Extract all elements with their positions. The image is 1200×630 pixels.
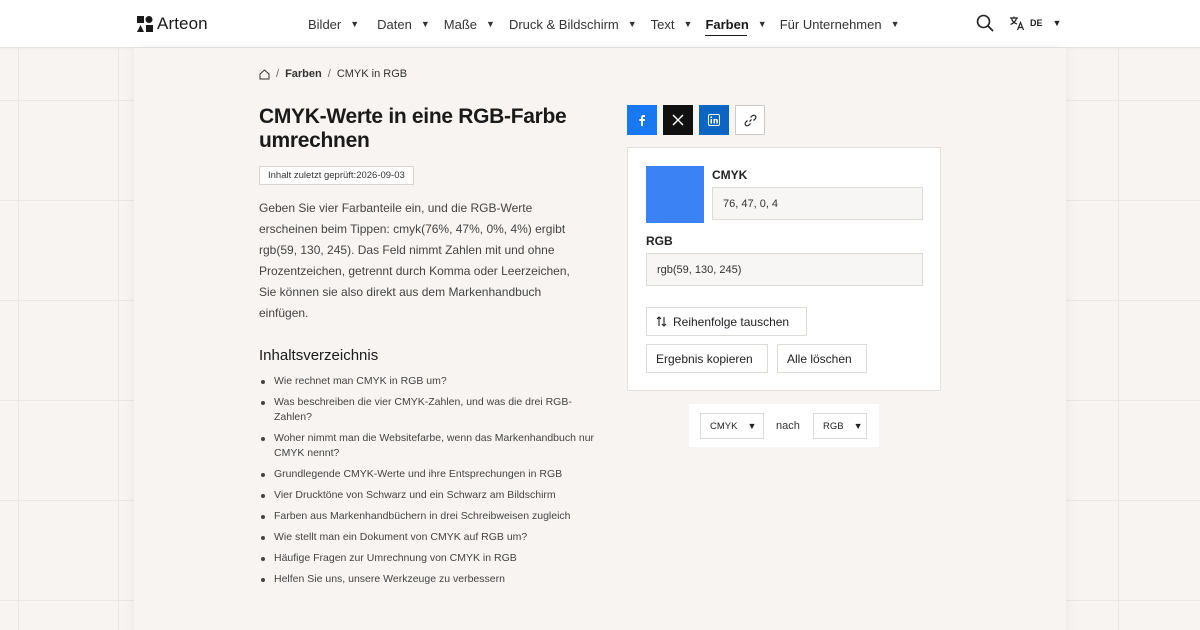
swap-order-button[interactable]: Reihenfolge tauschen: [646, 307, 807, 336]
review-date-badge: Inhalt zuletzt geprüft:2026-09-03: [259, 166, 414, 185]
nav-item-fuer-unternehmen[interactable]: Für Unternehmen ▼: [780, 0, 900, 48]
rgb-label: RGB: [646, 234, 673, 248]
page-title: CMYK-Werte in eine RGB-Farbe umrechnen: [259, 105, 567, 152]
caret-down-icon: ▼: [420, 19, 430, 29]
facebook-icon: [636, 114, 648, 126]
link-icon: [744, 114, 757, 127]
share-buttons: [627, 105, 765, 135]
caret-down-icon: ▼: [350, 19, 360, 29]
share-linkedin-button[interactable]: [699, 105, 729, 135]
nav-item-label: Maße: [443, 16, 478, 32]
copy-result-button[interactable]: Ergebnis kopieren: [646, 344, 768, 373]
toc-item[interactable]: Vier Drucktöne von Schwarz und ein Schwa…: [259, 488, 604, 503]
caret-down-icon: ▼: [757, 19, 767, 29]
x-icon: [672, 114, 684, 126]
from-unit-value: CMYK: [710, 420, 738, 432]
toc-item[interactable]: Wie rechnet man CMYK in RGB um?: [259, 374, 604, 389]
color-swatch: [646, 166, 704, 223]
translate-icon: [1009, 15, 1025, 31]
nav-item-label: Für Unternehmen: [779, 16, 882, 32]
nav-item-masse[interactable]: Maße ▼: [444, 0, 495, 48]
from-unit-select[interactable]: CMYK ▼: [700, 413, 764, 439]
caret-down-icon: ▼: [853, 421, 863, 431]
share-facebook-button[interactable]: [627, 105, 657, 135]
nav-item-bilder[interactable]: Bilder ▼: [308, 0, 359, 48]
language-selector[interactable]: DE ▼: [1009, 15, 1061, 31]
caret-down-icon: ▼: [627, 19, 637, 29]
nav-item-farben[interactable]: Farben ▼: [705, 0, 767, 48]
breadcrumb-separator: /: [327, 68, 331, 80]
home-icon[interactable]: [259, 68, 270, 80]
brand-name: Arteon: [157, 14, 208, 33]
toc-title: Inhaltsverzeichnis: [259, 347, 379, 364]
brand-logo[interactable]: Arteon: [137, 13, 208, 35]
swap-arrows-icon: [656, 316, 667, 327]
clear-all-button[interactable]: Alle löschen: [777, 344, 867, 373]
toc-item[interactable]: Grundlegende CMYK-Werte und ihre Entspre…: [259, 467, 604, 482]
caret-down-icon: ▼: [486, 19, 495, 29]
table-of-contents: Wie rechnet man CMYK in RGB um? Was besc…: [259, 374, 604, 593]
nav-item-text[interactable]: Text ▼: [651, 0, 693, 48]
main-nav: Bilder ▼ Daten ▼ Maße ▼ Druck & Bildschi…: [308, 0, 900, 48]
linkedin-icon: [708, 114, 720, 126]
converter-panel: CMYK RGB Reihenfolge tauschen Ergebnis k…: [627, 147, 941, 391]
nav-item-label: Farben: [705, 16, 749, 32]
toc-item[interactable]: Farben aus Markenhandbüchern in drei Sch…: [259, 509, 604, 524]
to-unit-select[interactable]: RGB ▼: [813, 413, 867, 439]
rgb-output[interactable]: [646, 253, 923, 286]
nav-item-label: Daten: [377, 16, 412, 32]
unit-connector: nach: [776, 420, 800, 432]
toc-item[interactable]: Helfen Sie uns, unsere Werkzeuge zu verb…: [259, 572, 604, 587]
caret-down-icon: ▼: [1052, 18, 1062, 28]
clear-all-label: Alle löschen: [787, 351, 852, 366]
caret-down-icon: ▼: [747, 421, 757, 431]
breadcrumb-separator: /: [276, 68, 280, 80]
caret-down-icon: ▼: [890, 19, 900, 29]
breadcrumb-farben[interactable]: Farben: [285, 68, 322, 80]
swap-order-label: Reihenfolge tauschen: [673, 314, 790, 329]
nav-item-label: Druck & Bildschirm: [508, 16, 619, 32]
cmyk-label: CMYK: [712, 168, 748, 182]
nav-item-label: Text: [650, 16, 675, 32]
nav-item-druck-bildschirm[interactable]: Druck & Bildschirm ▼: [509, 0, 637, 48]
site-header: Arteon Bilder ▼ Daten ▼ Maße ▼ Druck & B…: [0, 0, 1200, 48]
search-icon[interactable]: [976, 14, 994, 32]
copy-result-label: Ergebnis kopieren: [656, 351, 753, 366]
share-x-button[interactable]: [663, 105, 693, 135]
nav-item-daten[interactable]: Daten ▼: [377, 0, 430, 48]
copy-link-button[interactable]: [735, 105, 765, 135]
intro-paragraph: Geben Sie vier Farbanteile ein, und die …: [259, 201, 570, 320]
caret-down-icon: ▼: [683, 19, 693, 29]
header-actions: DE ▼: [976, 14, 1061, 32]
toc-item[interactable]: Woher nimmt man die Websitefarbe, wenn d…: [259, 431, 604, 461]
unit-selector-row: CMYK ▼ nach RGB ▼: [689, 404, 879, 447]
logo-icon: [137, 16, 153, 32]
language-code: DE: [1030, 18, 1043, 28]
nav-item-label: Bilder: [308, 16, 342, 32]
toc-item[interactable]: Was beschreiben die vier CMYK-Zahlen, un…: [259, 395, 604, 425]
cmyk-input[interactable]: [712, 187, 923, 220]
toc-item[interactable]: Wie stellt man ein Dokument von CMYK auf…: [259, 530, 604, 545]
breadcrumb: / Farben / CMYK in RGB: [259, 68, 407, 80]
toc-item[interactable]: Häufige Fragen zur Umrechnung von CMYK i…: [259, 551, 604, 566]
breadcrumb-current: CMYK in RGB: [336, 68, 408, 80]
to-unit-value: RGB: [823, 420, 844, 432]
